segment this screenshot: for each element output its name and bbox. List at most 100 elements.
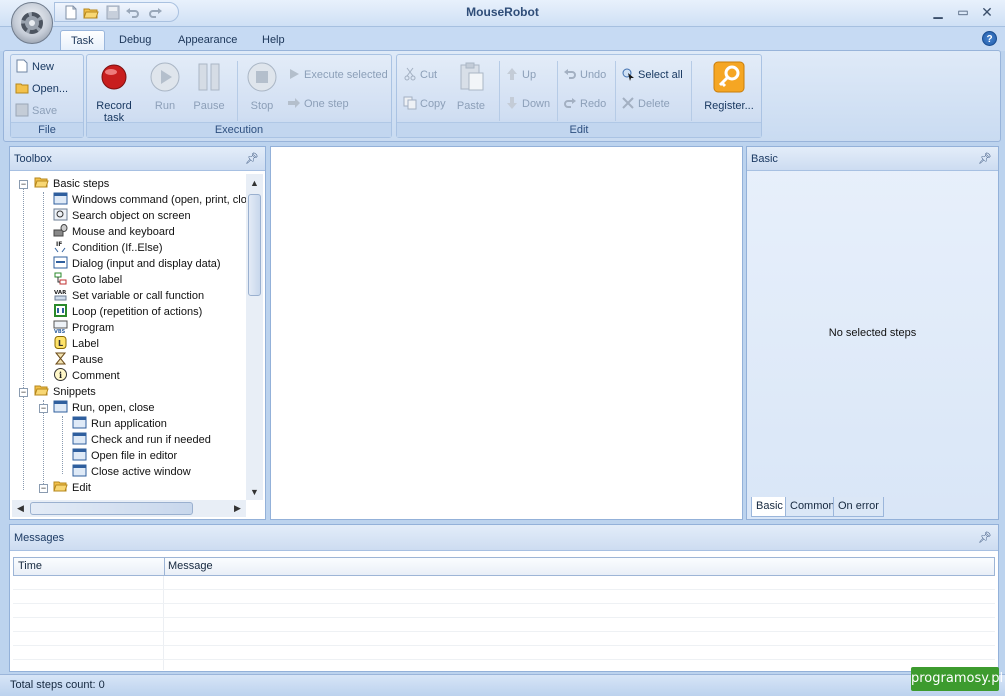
expander-snippets[interactable]: − (19, 388, 28, 397)
pin-icon[interactable]: 📌︎ (245, 147, 259, 171)
record-task-button[interactable]: Record task (91, 61, 137, 124)
cut-button[interactable]: Cut (403, 65, 437, 85)
window-title: MouseRobot (466, 5, 539, 19)
table-row (13, 632, 995, 646)
tree-item-search-object[interactable]: Search object on screen (53, 208, 191, 224)
tab-basic[interactable]: Basic (751, 497, 788, 517)
tree-label: Set variable or call function (72, 290, 205, 302)
close-button[interactable]: ✕ (980, 5, 994, 19)
tree-label: Snippets (53, 386, 96, 398)
down-button[interactable]: Down (505, 94, 550, 114)
toolbox-vertical-scrollbar[interactable]: ▲ ▼ (246, 174, 263, 500)
save-button[interactable]: Save (15, 101, 57, 121)
execution-group-label: Execution (87, 122, 391, 137)
tree-item-dialog[interactable]: Dialog (input and display data) (53, 256, 221, 272)
select-all-label: Select all (638, 69, 683, 81)
run-button[interactable]: Run (145, 61, 185, 112)
task-editor-area[interactable] (270, 146, 743, 520)
magnifier-icon (53, 208, 68, 221)
stop-button[interactable]: Stop (242, 61, 282, 112)
watermark: programosy.pl (911, 667, 1003, 691)
tree-node-run-open-close[interactable]: Run, open, close (53, 400, 155, 416)
tab-help[interactable]: Help (252, 30, 295, 51)
program-icon: VBS (53, 320, 68, 333)
expander-edit[interactable]: − (39, 484, 48, 493)
execute-selected-button[interactable]: Execute selected (287, 65, 388, 85)
separator (691, 61, 692, 121)
minimize-button[interactable]: ▁ (931, 6, 945, 18)
tree-node-edit[interactable]: Edit (53, 480, 91, 496)
paste-button[interactable]: Paste (451, 61, 491, 112)
tree-item-mouse-keyboard[interactable]: Mouse and keyboard (53, 224, 175, 240)
delete-button[interactable]: Delete (621, 94, 670, 114)
tree-label: Run, open, close (72, 402, 155, 414)
tree-node-basic-steps[interactable]: Basic steps (34, 176, 109, 192)
redo-button[interactable]: Redo (563, 94, 606, 114)
expander-basic-steps[interactable]: − (19, 180, 28, 189)
maximize-button[interactable]: ▭ (956, 6, 970, 18)
scroll-up-arrow-icon[interactable]: ▲ (250, 178, 259, 188)
tree-label: Basic steps (53, 178, 110, 190)
scroll-thumb[interactable] (248, 194, 261, 296)
application-menu-button[interactable] (11, 2, 53, 44)
tree-item-open-file[interactable]: Open file in editor (72, 448, 177, 464)
tree-item-label[interactable]: L Label (53, 336, 99, 352)
open-button[interactable]: Open... (15, 79, 68, 99)
tree-item-windows-command[interactable]: Windows command (open, print, clo (53, 192, 246, 208)
tree-item-run-application[interactable]: Run application (72, 416, 167, 432)
stop-label: Stop (250, 100, 274, 112)
scroll-thumb[interactable] (30, 502, 193, 515)
tab-debug[interactable]: Debug (109, 30, 161, 51)
tab-on-error[interactable]: On error (833, 497, 884, 517)
scroll-down-arrow-icon[interactable]: ▼ (250, 487, 259, 497)
pin-icon[interactable]: 📌︎ (978, 525, 992, 551)
dialog-icon (53, 256, 68, 269)
tree-item-pause[interactable]: Pause (53, 352, 103, 368)
tree-item-program[interactable]: VBS Program (53, 320, 114, 336)
tab-common[interactable]: Common (785, 497, 840, 517)
svg-text:i: i (59, 370, 62, 380)
window-icon (72, 464, 87, 477)
help-icon[interactable]: ? (982, 31, 997, 46)
tree-item-set-variable[interactable]: VAR Set variable or call function (53, 288, 204, 304)
column-message[interactable]: Message (168, 560, 213, 572)
copy-button[interactable]: Copy (403, 94, 446, 114)
table-row (13, 646, 995, 660)
toolbox-horizontal-scrollbar[interactable]: ◀ ▶ (12, 500, 246, 517)
one-step-button[interactable]: One step (287, 94, 349, 114)
svg-text:L: L (58, 339, 63, 348)
mouse-icon (53, 224, 68, 237)
up-button[interactable]: Up (505, 65, 536, 85)
tree-item-condition[interactable]: IF Condition (If..Else) (53, 240, 162, 256)
messages-header: Messages 📌︎ (10, 525, 998, 551)
pause-button[interactable]: Pause (189, 61, 229, 112)
tab-appearance[interactable]: Appearance (168, 30, 247, 51)
expander-run-open-close[interactable]: − (39, 404, 48, 413)
arrow-right-icon (288, 98, 300, 108)
tree-item-loop[interactable]: Loop (repetition of actions) (53, 304, 202, 320)
register-button[interactable]: Register... (699, 61, 759, 112)
tree-item-goto-label[interactable]: Goto label (53, 272, 122, 288)
one-step-label: One step (304, 98, 349, 110)
new-button[interactable]: New (15, 57, 54, 77)
scroll-right-arrow-icon[interactable]: ▶ (234, 503, 241, 514)
tab-task[interactable]: Task (60, 30, 105, 51)
tree-node-snippets[interactable]: Snippets (34, 384, 96, 400)
select-all-button[interactable]: Select all (621, 65, 683, 85)
tree-label: Pause (72, 354, 104, 366)
file-group-label: File (11, 122, 83, 137)
column-time[interactable]: Time (18, 560, 42, 572)
status-bar: Total steps count: 0 (0, 674, 1005, 696)
pin-icon[interactable]: 📌︎ (978, 147, 992, 171)
scroll-left-arrow-icon[interactable]: ◀ (17, 503, 24, 514)
tree-label: Goto label (72, 274, 123, 286)
tree-item-comment[interactable]: i Comment (53, 368, 120, 384)
record-icon (101, 64, 127, 90)
undo-button[interactable]: Undo (563, 65, 606, 85)
tree-item-check-and-run[interactable]: Check and run if needed (72, 432, 211, 448)
folder-open-icon (53, 481, 68, 492)
separator (615, 61, 616, 121)
svg-text:VAR: VAR (54, 290, 67, 296)
tree-item-close-window[interactable]: Close active window (72, 464, 191, 480)
tree-label: Windows command (open, print, clo (72, 194, 246, 206)
